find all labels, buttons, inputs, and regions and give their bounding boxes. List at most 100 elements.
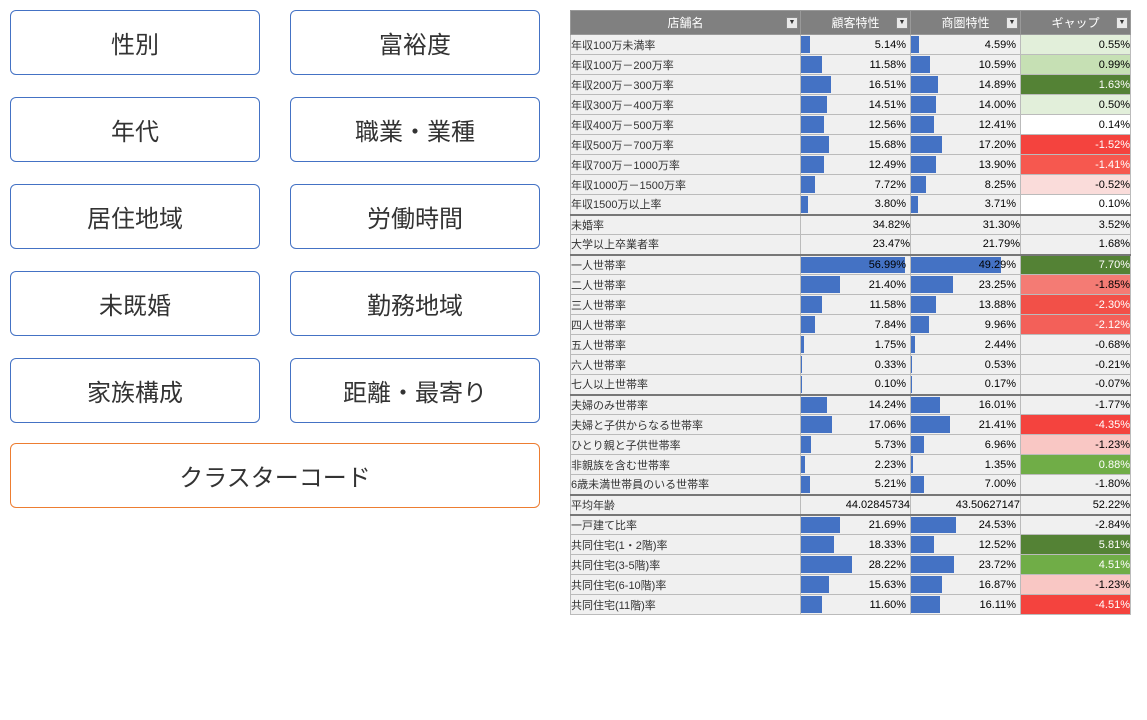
area-value: 0.53%	[911, 355, 1021, 375]
area-value: 12.52%	[911, 535, 1021, 555]
table-row: 夫婦と子供からなる世帯率17.06%21.41%-4.35%	[571, 415, 1131, 435]
table-row: 三人世帯率11.58%13.88%-2.30%	[571, 295, 1131, 315]
col-customer[interactable]: 顧客特性 ▼	[801, 11, 911, 35]
row-label: 一人世帯率	[571, 255, 801, 275]
area-value: 23.72%	[911, 555, 1021, 575]
row-label: ひとり親と子供世帯率	[571, 435, 801, 455]
filter-age[interactable]: 年代	[10, 97, 260, 162]
row-label: 共同住宅(3-5階)率	[571, 555, 801, 575]
table-row: 共同住宅(11階)率11.60%16.11%-4.51%	[571, 595, 1131, 615]
gap-value: -0.07%	[1021, 375, 1131, 395]
area-value: 16.11%	[911, 595, 1021, 615]
col-store-name[interactable]: 店舗名 ▼	[571, 11, 801, 35]
table-row: 共同住宅(6-10階)率15.63%16.87%-1.23%	[571, 575, 1131, 595]
data-table-panel: 店舗名 ▼ 顧客特性 ▼ 商圏特性 ▼ ギャップ ▼	[570, 10, 1130, 615]
cust-value: 11.60%	[801, 595, 911, 615]
area-value: 1.35%	[911, 455, 1021, 475]
table-row: 年収100万未満率5.14%4.59%0.55%	[571, 35, 1131, 55]
table-row: 6歳未満世帯員のいる世帯率5.21%7.00%-1.80%	[571, 475, 1131, 495]
filter-family[interactable]: 家族構成	[10, 358, 260, 423]
col-label: ギャップ	[1051, 16, 1099, 30]
gap-value: -1.85%	[1021, 275, 1131, 295]
gap-value: 1.63%	[1021, 75, 1131, 95]
cust-value: 5.73%	[801, 435, 911, 455]
gap-value: -1.23%	[1021, 435, 1131, 455]
row-label: 四人世帯率	[571, 315, 801, 335]
filter-workhours[interactable]: 労働時間	[290, 184, 540, 249]
area-value: 13.90%	[911, 155, 1021, 175]
gap-value: 5.81%	[1021, 535, 1131, 555]
cust-value: 34.82%	[801, 215, 911, 235]
table-row: 年収100万－200万率11.58%10.59%0.99%	[571, 55, 1131, 75]
cust-value: 3.80%	[801, 195, 911, 215]
table-row: ひとり親と子供世帯率5.73%6.96%-1.23%	[571, 435, 1131, 455]
filter-residence[interactable]: 居住地域	[10, 184, 260, 249]
table-row: 一戸建て比率21.69%24.53%-2.84%	[571, 515, 1131, 535]
cust-value: 7.84%	[801, 315, 911, 335]
area-value: 31.30%	[911, 215, 1021, 235]
row-label: 年収1500万以上率	[571, 195, 801, 215]
area-value: 17.20%	[911, 135, 1021, 155]
area-value: 7.00%	[911, 475, 1021, 495]
gap-value: -0.21%	[1021, 355, 1131, 375]
row-label: 三人世帯率	[571, 295, 801, 315]
table-row: 年収500万－700万率15.68%17.20%-1.52%	[571, 135, 1131, 155]
dropdown-icon[interactable]: ▼	[786, 17, 798, 29]
gap-value: 52.22%	[1021, 495, 1131, 515]
area-value: 13.88%	[911, 295, 1021, 315]
gap-value: 0.10%	[1021, 195, 1131, 215]
row-label: 共同住宅(11階)率	[571, 595, 801, 615]
col-label: 店舗名	[667, 16, 703, 30]
cust-value: 56.99%	[801, 255, 911, 275]
cust-value: 14.24%	[801, 395, 911, 415]
row-label: 共同住宅(6-10階)率	[571, 575, 801, 595]
gap-value: -4.51%	[1021, 595, 1131, 615]
row-label: 年収500万－700万率	[571, 135, 801, 155]
table-row: 一人世帯率56.99%49.29%7.70%	[571, 255, 1131, 275]
row-label: 五人世帯率	[571, 335, 801, 355]
row-label: 年収100万未満率	[571, 35, 801, 55]
cust-value: 11.58%	[801, 55, 911, 75]
table-row: 年収200万－300万率16.51%14.89%1.63%	[571, 75, 1131, 95]
filter-workarea[interactable]: 勤務地域	[290, 271, 540, 336]
cust-value: 21.40%	[801, 275, 911, 295]
cust-value: 23.47%	[801, 235, 911, 255]
filter-marital[interactable]: 未既婚	[10, 271, 260, 336]
cust-value: 1.75%	[801, 335, 911, 355]
col-area[interactable]: 商圏特性 ▼	[911, 11, 1021, 35]
filter-occupation[interactable]: 職業・業種	[290, 97, 540, 162]
dropdown-icon[interactable]: ▼	[1006, 17, 1018, 29]
dropdown-icon[interactable]: ▼	[896, 17, 908, 29]
cust-value: 12.56%	[801, 115, 911, 135]
cust-value: 5.21%	[801, 475, 911, 495]
area-value: 12.41%	[911, 115, 1021, 135]
area-value: 14.00%	[911, 95, 1021, 115]
row-label: 年収1000万－1500万率	[571, 175, 801, 195]
dropdown-icon[interactable]: ▼	[1116, 17, 1128, 29]
cust-value: 7.72%	[801, 175, 911, 195]
filter-distance[interactable]: 距離・最寄り	[290, 358, 540, 423]
area-value: 16.87%	[911, 575, 1021, 595]
gap-value: -1.77%	[1021, 395, 1131, 415]
area-value: 8.25%	[911, 175, 1021, 195]
filter-cluster-code[interactable]: クラスターコード	[10, 443, 540, 508]
gap-value: 1.68%	[1021, 235, 1131, 255]
filter-wealth[interactable]: 富裕度	[290, 10, 540, 75]
area-value: 3.71%	[911, 195, 1021, 215]
row-label: 年収700万－1000万率	[571, 155, 801, 175]
col-gap[interactable]: ギャップ ▼	[1021, 11, 1131, 35]
row-label: 6歳未満世帯員のいる世帯率	[571, 475, 801, 495]
area-value: 6.96%	[911, 435, 1021, 455]
filter-gender[interactable]: 性別	[10, 10, 260, 75]
cust-value: 28.22%	[801, 555, 911, 575]
gap-value: -2.12%	[1021, 315, 1131, 335]
row-label: 非親族を含む世帯率	[571, 455, 801, 475]
cust-value: 15.63%	[801, 575, 911, 595]
table-row: 夫婦のみ世帯率14.24%16.01%-1.77%	[571, 395, 1131, 415]
cust-value: 0.33%	[801, 355, 911, 375]
row-label: 年収300万－400万率	[571, 95, 801, 115]
gap-value: -2.84%	[1021, 515, 1131, 535]
gap-value: -1.23%	[1021, 575, 1131, 595]
gap-value: -1.41%	[1021, 155, 1131, 175]
gap-value: -0.68%	[1021, 335, 1131, 355]
